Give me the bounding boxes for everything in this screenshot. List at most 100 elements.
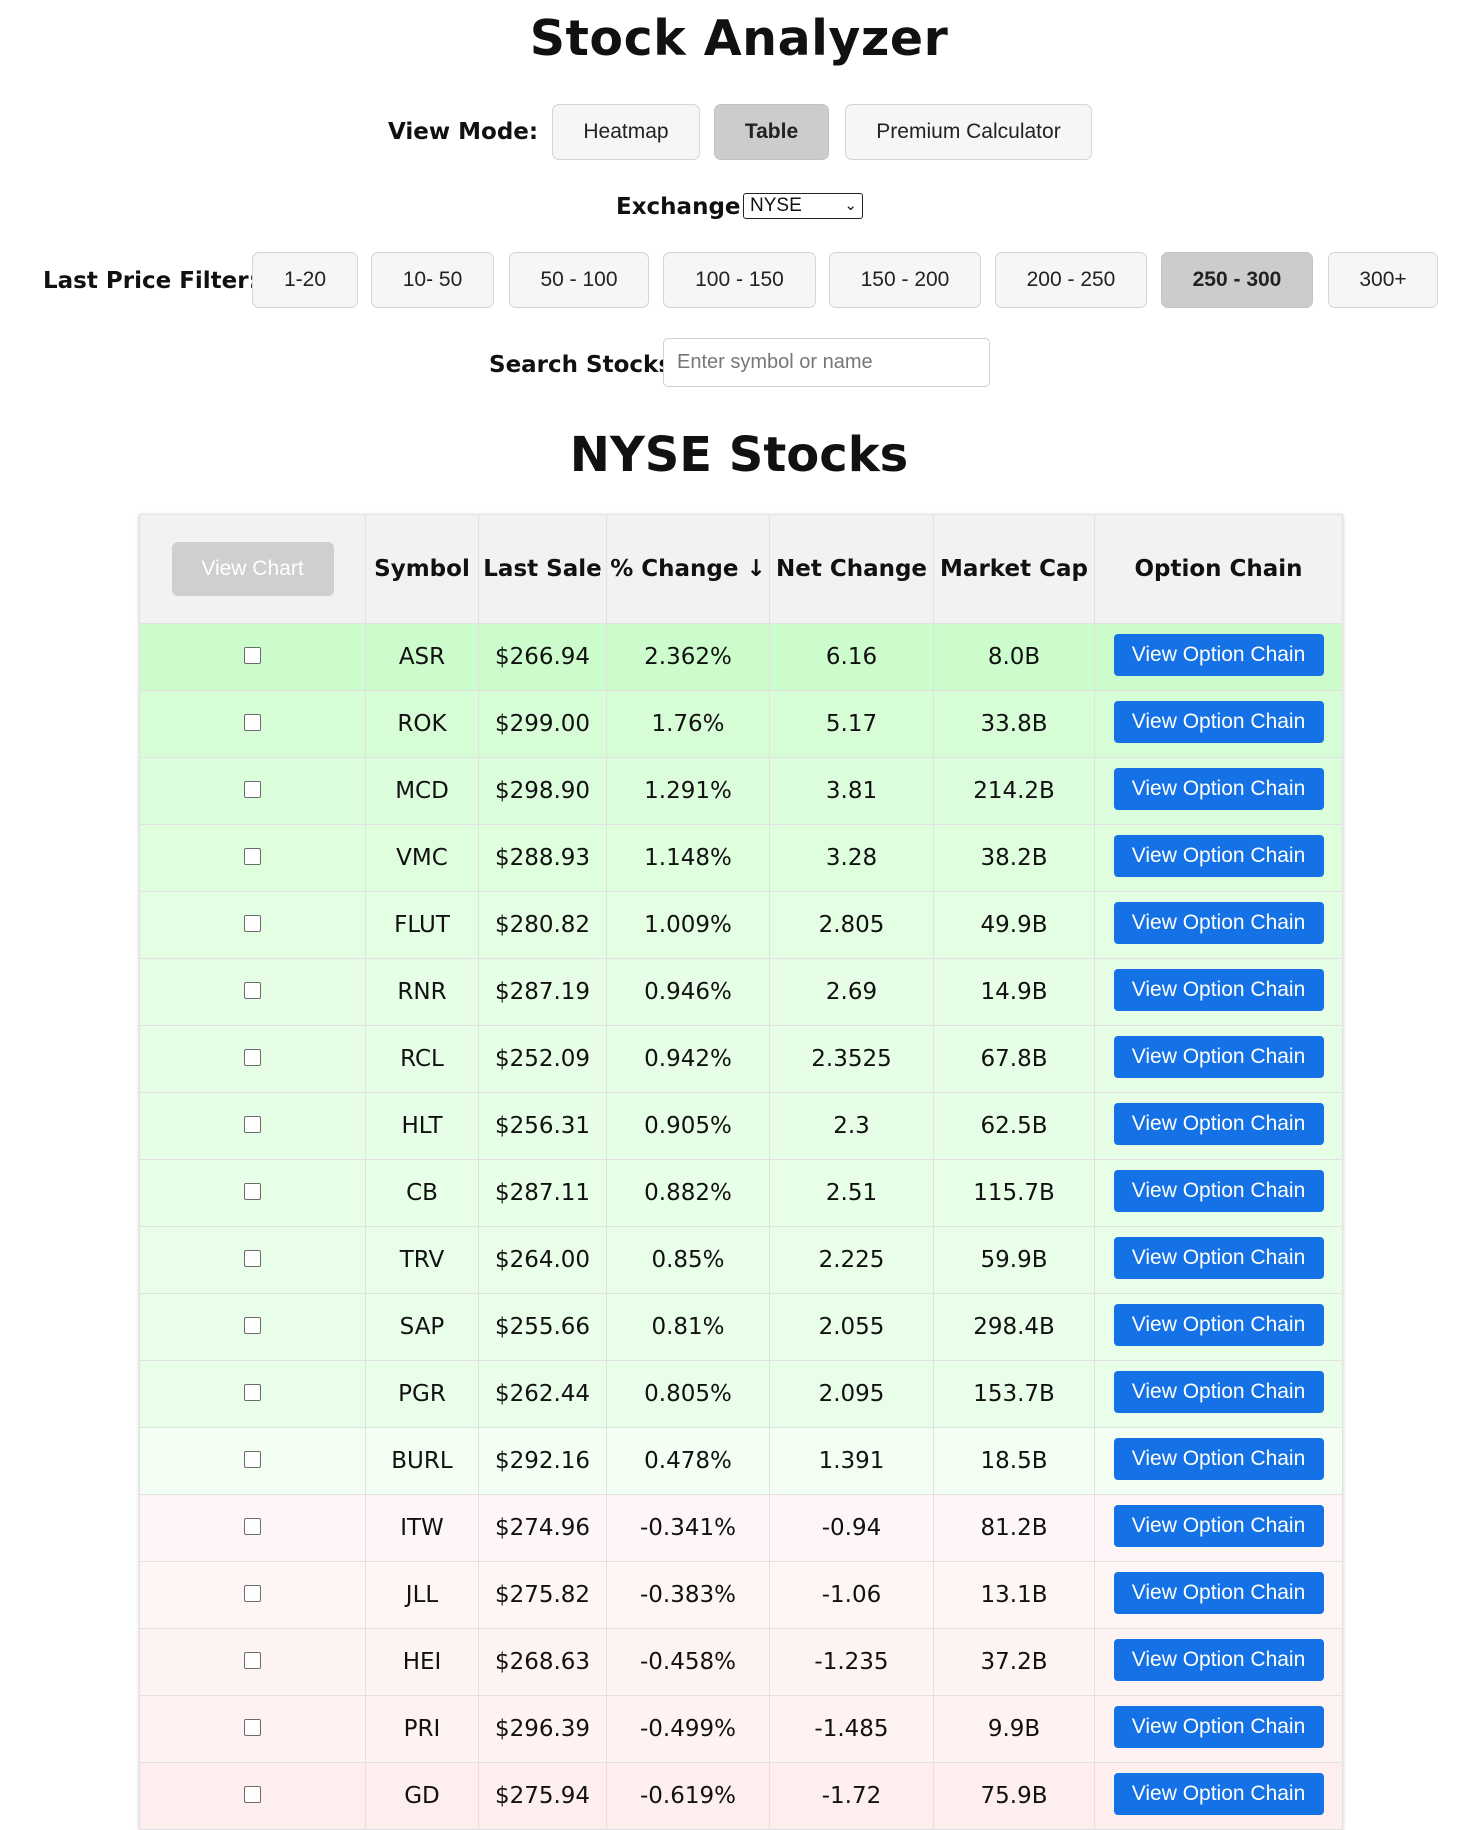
exchange-select[interactable]: NYSE ⌄ bbox=[743, 193, 863, 219]
price-filter-100-150-button[interactable]: 100 - 150 bbox=[663, 252, 816, 308]
view-chart-button[interactable]: View Chart bbox=[171, 542, 334, 596]
select-column-header: View Chart bbox=[139, 514, 366, 624]
view-option-chain-button[interactable]: View Option Chain bbox=[1113, 701, 1324, 743]
market-cap-cell: 8.0B bbox=[933, 623, 1095, 691]
row-select-checkbox[interactable] bbox=[244, 781, 261, 798]
price-filter-50-100-button[interactable]: 50 - 100 bbox=[509, 252, 649, 308]
net-change-cell: 2.3525 bbox=[769, 1025, 934, 1093]
row-select-checkbox[interactable] bbox=[244, 915, 261, 932]
option-chain-cell: View Option Chain bbox=[1094, 623, 1343, 691]
row-select-cell bbox=[139, 1427, 366, 1495]
market-cap-cell: 298.4B bbox=[933, 1293, 1095, 1361]
option-chain-cell: View Option Chain bbox=[1094, 1293, 1343, 1361]
row-select-checkbox[interactable] bbox=[244, 1518, 261, 1535]
row-select-checkbox[interactable] bbox=[244, 647, 261, 664]
row-select-checkbox[interactable] bbox=[244, 1317, 261, 1334]
search-input[interactable] bbox=[663, 338, 990, 387]
row-select-cell bbox=[139, 623, 366, 691]
section-title: NYSE Stocks bbox=[569, 427, 909, 483]
row-select-checkbox[interactable] bbox=[244, 1183, 261, 1200]
net-change-column-header[interactable]: Net Change bbox=[769, 514, 934, 624]
symbol-column-header[interactable]: Symbol bbox=[365, 514, 479, 624]
row-select-cell bbox=[139, 1025, 366, 1093]
view-option-chain-button[interactable]: View Option Chain bbox=[1113, 1639, 1324, 1681]
market-cap-column-header[interactable]: Market Cap bbox=[933, 514, 1095, 624]
view-option-chain-button[interactable]: View Option Chain bbox=[1113, 634, 1324, 676]
view-option-chain-button[interactable]: View Option Chain bbox=[1113, 768, 1324, 810]
row-select-checkbox[interactable] bbox=[244, 1451, 261, 1468]
option-chain-column-header: Option Chain bbox=[1094, 514, 1343, 624]
last-sale-cell: $275.82 bbox=[478, 1561, 607, 1629]
option-chain-cell: View Option Chain bbox=[1094, 824, 1343, 892]
market-cap-cell: 67.8B bbox=[933, 1025, 1095, 1093]
view-mode-table-button[interactable]: Table bbox=[714, 104, 829, 160]
row-select-checkbox[interactable] bbox=[244, 1384, 261, 1401]
exchange-label: Exchange: bbox=[616, 194, 750, 220]
view-mode-premium-calculator-button[interactable]: Premium Calculator bbox=[845, 104, 1092, 160]
pct-change-cell: 2.362% bbox=[606, 623, 770, 691]
row-select-cell bbox=[139, 1762, 366, 1830]
view-option-chain-button[interactable]: View Option Chain bbox=[1113, 1170, 1324, 1212]
last-sale-cell: $275.94 bbox=[478, 1762, 607, 1830]
row-select-checkbox[interactable] bbox=[244, 1585, 261, 1602]
row-select-checkbox[interactable] bbox=[244, 1652, 261, 1669]
price-filter-250-300-button[interactable]: 250 - 300 bbox=[1161, 252, 1313, 308]
price-filter-300-plus-button[interactable]: 300+ bbox=[1328, 252, 1438, 308]
row-select-checkbox[interactable] bbox=[244, 714, 261, 731]
row-select-cell bbox=[139, 1695, 366, 1763]
option-chain-cell: View Option Chain bbox=[1094, 891, 1343, 959]
view-option-chain-button[interactable]: View Option Chain bbox=[1113, 835, 1324, 877]
market-cap-cell: 75.9B bbox=[933, 1762, 1095, 1830]
view-option-chain-button[interactable]: View Option Chain bbox=[1113, 1773, 1324, 1815]
last-sale-cell: $274.96 bbox=[478, 1494, 607, 1562]
net-change-cell: -1.06 bbox=[769, 1561, 934, 1629]
pct-change-cell: -0.619% bbox=[606, 1762, 770, 1830]
price-filter-10-50-button[interactable]: 10- 50 bbox=[371, 252, 494, 308]
price-filter-150-200-button[interactable]: 150 - 200 bbox=[829, 252, 981, 308]
price-filter-1-20-button[interactable]: 1-20 bbox=[252, 252, 358, 308]
symbol-cell: GD bbox=[365, 1762, 479, 1830]
market-cap-cell: 153.7B bbox=[933, 1360, 1095, 1428]
app-title: Stock Analyzer bbox=[529, 10, 949, 67]
row-select-cell bbox=[139, 757, 366, 825]
net-change-cell: 2.225 bbox=[769, 1226, 934, 1294]
view-option-chain-button[interactable]: View Option Chain bbox=[1113, 902, 1324, 944]
view-option-chain-button[interactable]: View Option Chain bbox=[1113, 1438, 1324, 1480]
last-sale-cell: $288.93 bbox=[478, 824, 607, 892]
pct-change-cell: 0.905% bbox=[606, 1092, 770, 1160]
view-option-chain-button[interactable]: View Option Chain bbox=[1113, 1304, 1324, 1346]
pct-change-column-header[interactable]: % Change ↓ bbox=[606, 514, 770, 624]
view-option-chain-button[interactable]: View Option Chain bbox=[1113, 1706, 1324, 1748]
last-sale-cell: $252.09 bbox=[478, 1025, 607, 1093]
row-select-cell bbox=[139, 824, 366, 892]
row-select-checkbox[interactable] bbox=[244, 1049, 261, 1066]
view-option-chain-button[interactable]: View Option Chain bbox=[1113, 1103, 1324, 1145]
table-row: RCL $252.09 0.942% 2.3525 67.8B View Option C… bbox=[139, 1025, 1343, 1093]
view-option-chain-button[interactable]: View Option Chain bbox=[1113, 1505, 1324, 1547]
option-chain-cell: View Option Chain bbox=[1094, 1360, 1343, 1428]
row-select-checkbox[interactable] bbox=[244, 848, 261, 865]
net-change-cell: 1.391 bbox=[769, 1427, 934, 1495]
row-select-checkbox[interactable] bbox=[244, 1786, 261, 1803]
table-row: JLL $275.82 -0.383% -1.06 13.1B View Option C… bbox=[139, 1561, 1343, 1629]
symbol-cell: TRV bbox=[365, 1226, 479, 1294]
view-mode-heatmap-button[interactable]: Heatmap bbox=[552, 104, 700, 160]
row-select-cell bbox=[139, 1561, 366, 1629]
row-select-checkbox[interactable] bbox=[244, 1250, 261, 1267]
table-row: ROK $299.00 1.76% 5.17 33.8B View Option Chai… bbox=[139, 690, 1343, 758]
last-sale-cell: $280.82 bbox=[478, 891, 607, 959]
row-select-cell bbox=[139, 1226, 366, 1294]
last-sale-column-header[interactable]: Last Sale bbox=[478, 514, 607, 624]
view-option-chain-button[interactable]: View Option Chain bbox=[1113, 1572, 1324, 1614]
view-option-chain-button[interactable]: View Option Chain bbox=[1113, 1036, 1324, 1078]
last-sale-cell: $255.66 bbox=[478, 1293, 607, 1361]
price-filter-200-250-button[interactable]: 200 - 250 bbox=[995, 252, 1147, 308]
view-option-chain-button[interactable]: View Option Chain bbox=[1113, 969, 1324, 1011]
view-option-chain-button[interactable]: View Option Chain bbox=[1113, 1237, 1324, 1279]
net-change-cell: -0.94 bbox=[769, 1494, 934, 1562]
row-select-checkbox[interactable] bbox=[244, 982, 261, 999]
row-select-checkbox[interactable] bbox=[244, 1719, 261, 1736]
row-select-checkbox[interactable] bbox=[244, 1116, 261, 1133]
net-change-cell: 3.28 bbox=[769, 824, 934, 892]
view-option-chain-button[interactable]: View Option Chain bbox=[1113, 1371, 1324, 1413]
